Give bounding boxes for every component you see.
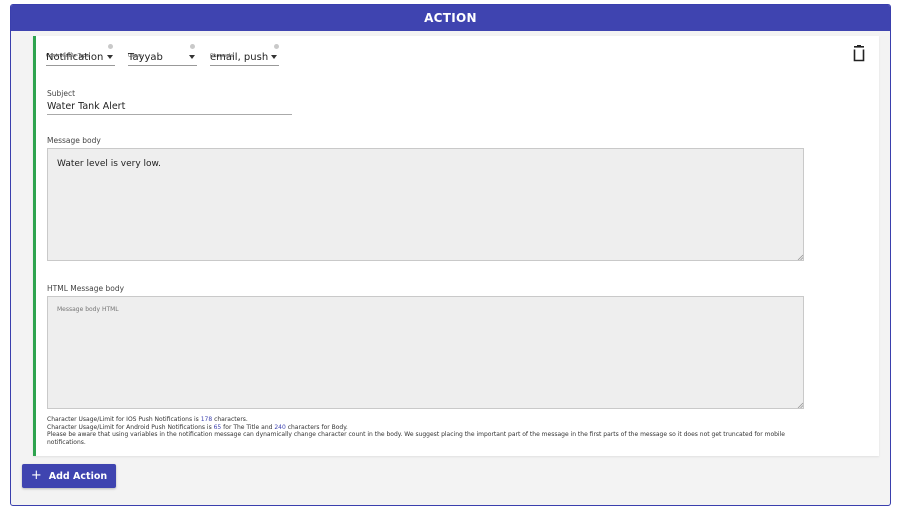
html-message-body-textarea[interactable] <box>47 296 804 409</box>
panel-header: ACTION <box>11 5 890 31</box>
trash-icon <box>853 45 865 62</box>
resize-handle-icon[interactable] <box>797 254 803 260</box>
users-select[interactable]: Tayyab <box>128 49 197 66</box>
add-action-label: Add Action <box>48 470 108 482</box>
channels-value: email, push <box>210 51 269 63</box>
ios-note-prefix: Character Usage/Limit for IOS Push Notif… <box>47 416 201 423</box>
channels-select[interactable]: email, push <box>210 49 279 66</box>
message-body-label: Message body <box>47 136 101 145</box>
subject-label: Subject <box>47 89 76 98</box>
chevron-down-icon <box>107 55 113 59</box>
users-value: Tayyab <box>128 51 163 63</box>
action-card: Controllable Type Notification Users Tay… <box>33 36 879 456</box>
ios-limit-value: 178 <box>200 416 213 423</box>
resize-handle-icon[interactable] <box>797 402 803 408</box>
controllable-type-value: Notification <box>46 51 104 63</box>
message-body-textarea[interactable]: Water level is very low. <box>47 148 804 261</box>
ios-limit-note: Character Usage/Limit for IOS Push Notif… <box>47 416 817 424</box>
android-limit-note: Character Usage/Limit for Android Push N… <box>47 424 817 432</box>
chevron-down-icon <box>189 55 195 59</box>
controllable-type-select[interactable]: Notification <box>46 49 115 66</box>
html-message-body-label: HTML Message body <box>47 284 125 293</box>
add-action-button[interactable]: + Add Action <box>22 464 116 488</box>
panel-title: ACTION <box>424 11 477 25</box>
delete-action-button[interactable] <box>851 45 867 63</box>
plus-icon: + <box>30 468 42 483</box>
android-note-suffix: characters for Body. <box>285 423 348 431</box>
android-note-prefix: Character Usage/Limit for Android Push N… <box>47 423 214 431</box>
android-note-mid: for The Title and <box>221 423 275 431</box>
variables-warning-note: Please be aware that using variables in … <box>47 431 785 446</box>
character-limit-notes: Character Usage/Limit for IOS Push Notif… <box>47 416 817 446</box>
ios-note-suffix: characters. <box>212 416 248 423</box>
android-body-limit-value: 240 <box>274 423 286 431</box>
chevron-down-icon <box>271 55 277 59</box>
action-panel: ACTION Controllable Type Notification Us… <box>10 4 891 506</box>
subject-input[interactable] <box>47 99 292 115</box>
